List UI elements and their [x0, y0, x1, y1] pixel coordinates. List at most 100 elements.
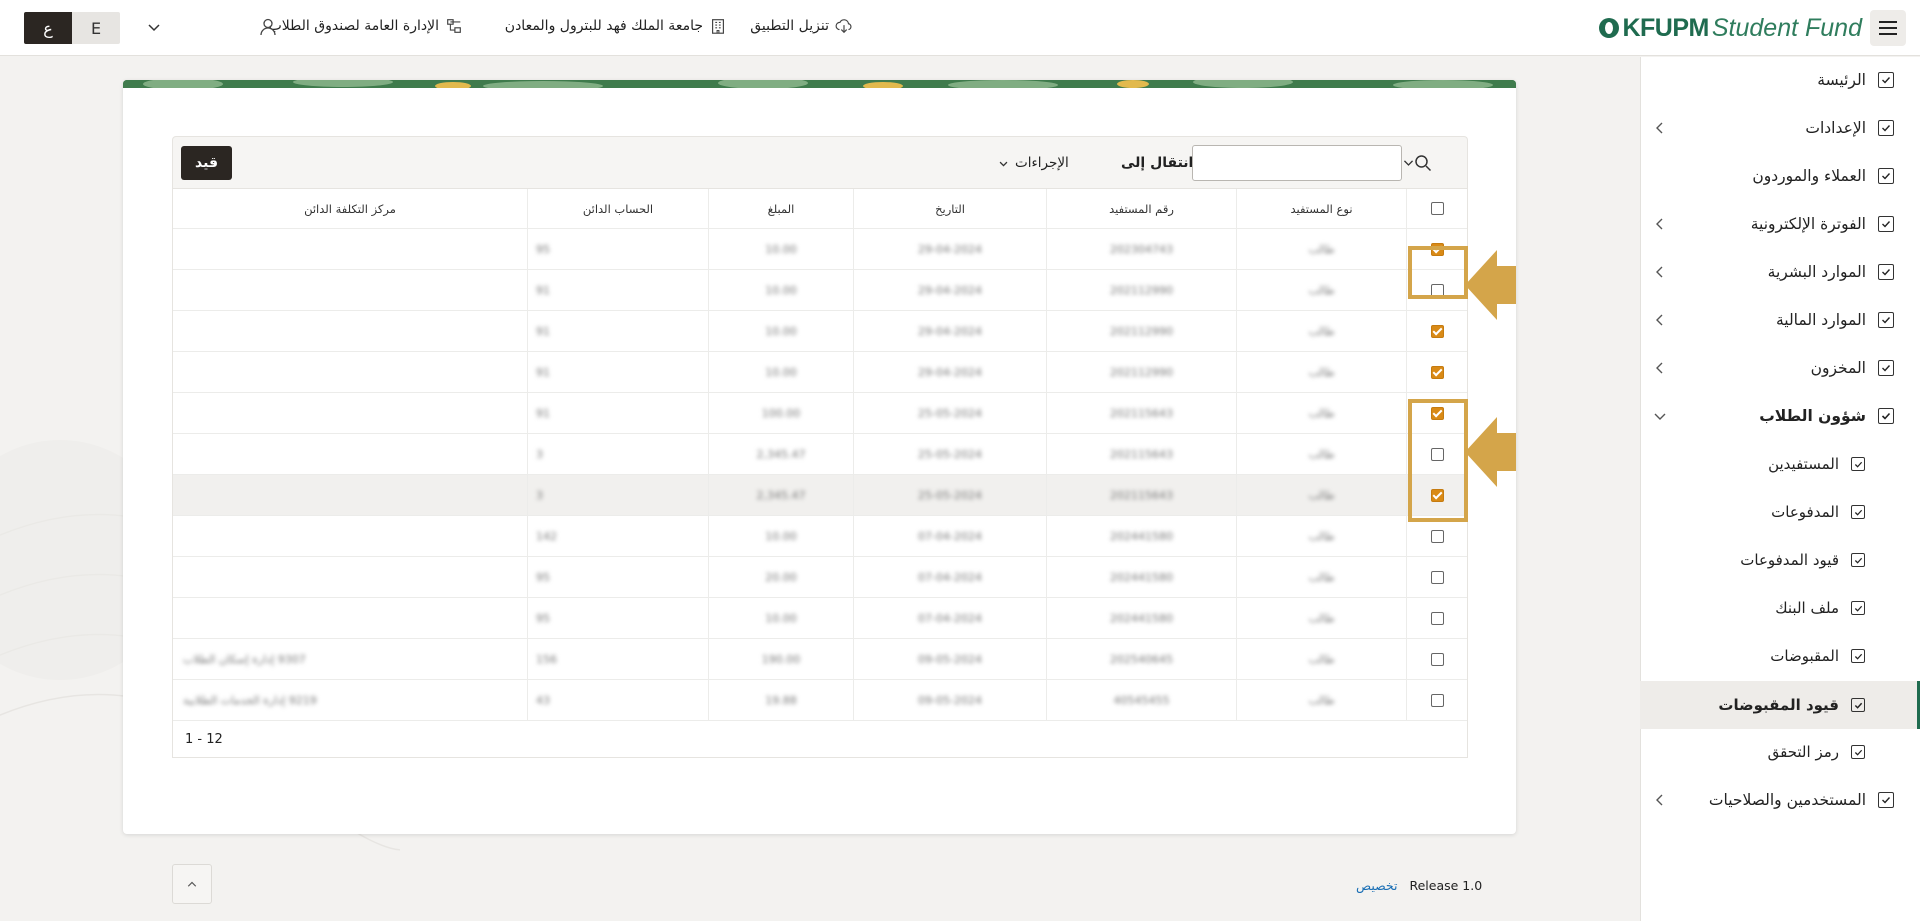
row-select-cell[interactable]: [1406, 598, 1467, 638]
table-row[interactable]: طالب 202441580 07-04-2024 20.00 95: [173, 557, 1467, 598]
lang-en-button[interactable]: E: [72, 12, 120, 44]
sidebar-item-payments[interactable]: المدفوعات: [1640, 492, 1920, 532]
check-square-icon: [1851, 649, 1865, 663]
sidebar-item-settings[interactable]: الإعدادات: [1640, 108, 1920, 148]
row-select-cell[interactable]: [1406, 516, 1467, 556]
brand-sub: Student Fund: [1711, 13, 1862, 42]
cell-value: 9219 إدارة الخدمات الطلابية: [183, 693, 317, 707]
table-cell: طالب: [1236, 475, 1406, 515]
app-logo[interactable]: KFUPM Student Fund: [1599, 12, 1862, 44]
sidebar-item-finance[interactable]: الموارد المالية: [1640, 300, 1920, 340]
row-checkbox[interactable]: [1430, 365, 1444, 379]
table-row[interactable]: طالب 40545455 09-05-2024 19.88 43 9219 إدارة …: [173, 680, 1467, 721]
table-cell: 95: [527, 229, 708, 269]
sidebar-item-customers-suppliers[interactable]: العملاء والموردون: [1640, 156, 1920, 196]
department-link[interactable]: الإدارة العامة لصندوق الطلاب: [269, 17, 463, 35]
row-select-cell[interactable]: [1406, 352, 1467, 392]
table-cell: 07-04-2024: [853, 557, 1046, 597]
download-app-link[interactable]: تنزيل التطبيق: [750, 17, 853, 35]
sidebar-item-e-invoicing[interactable]: الفوترة الإلكترونية: [1640, 204, 1920, 244]
check-square-icon: [1878, 264, 1894, 280]
table-row[interactable]: طالب 202115643 25-05-2024 100.00 91: [173, 393, 1467, 434]
row-checkbox[interactable]: [1430, 324, 1444, 338]
row-select-cell[interactable]: [1406, 639, 1467, 679]
sidebar-item-label: رمز التحقق: [1767, 743, 1839, 761]
table-row[interactable]: طالب 202115643 25-05-2024 2,345.47 3: [173, 434, 1467, 475]
row-checkbox[interactable]: [1430, 570, 1444, 584]
select-all-cell[interactable]: [1406, 189, 1467, 228]
menu-toggle-button[interactable]: [1870, 10, 1906, 46]
table-row[interactable]: طالب 202112990 29-04-2024 10.00 91: [173, 352, 1467, 393]
cell-value: 202540645: [1110, 652, 1173, 666]
sidebar-item-users-permissions[interactable]: المستخدمين والصلاحيات: [1640, 780, 1920, 820]
release-label: Release 1.0: [1409, 878, 1483, 893]
sidebar-item-student-affairs[interactable]: شؤون الطلاب: [1640, 396, 1920, 436]
cell-value: 91: [536, 324, 550, 338]
table-row[interactable]: طالب 202441580 07-04-2024 10.00 142: [173, 516, 1467, 557]
row-select-cell[interactable]: [1406, 311, 1467, 351]
cell-value: 10.00: [765, 242, 797, 256]
goto-button[interactable]: انتقال إلى: [1121, 155, 1193, 171]
sidebar-item-home[interactable]: الرئيسة: [1640, 60, 1920, 100]
table-cell: 29-04-2024: [853, 311, 1046, 351]
top-header: KFUPM Student Fund تنزيل التطبيق جامعة ا…: [0, 0, 1920, 56]
table-row[interactable]: طالب 202441580 07-04-2024 10.00 95: [173, 598, 1467, 639]
sidebar-item-hr[interactable]: الموارد البشرية: [1640, 252, 1920, 292]
table-cell: 3: [527, 475, 708, 515]
check-square-icon: [1851, 698, 1865, 712]
check-square-icon: [1878, 216, 1894, 232]
column-header[interactable]: التاريخ: [853, 189, 1046, 228]
column-header[interactable]: المبلغ: [708, 189, 853, 228]
table-cell: 10.00: [708, 270, 853, 310]
table-row[interactable]: طالب 202112990 29-04-2024 10.00 91: [173, 311, 1467, 352]
select-all-checkbox[interactable]: [1430, 202, 1444, 215]
table-cell: 95: [527, 557, 708, 597]
lang-ar-button[interactable]: ع: [24, 12, 72, 44]
table-cell: 202115643: [1046, 475, 1236, 515]
table-row[interactable]: طالب 202112990 29-04-2024 10.00 91: [173, 270, 1467, 311]
post-entry-button[interactable]: قيد: [181, 146, 232, 180]
chevron-down-icon[interactable]: [146, 19, 162, 35]
cell-value: 29-04-2024: [918, 365, 982, 379]
row-select-cell[interactable]: [1406, 557, 1467, 597]
sidebar-item-beneficiaries[interactable]: المستفيدين: [1640, 444, 1920, 484]
sidebar-item-payment-entries[interactable]: قيود المدفوعات: [1640, 540, 1920, 580]
cell-value: 29-04-2024: [918, 324, 982, 338]
column-header[interactable]: نوع المستفيد: [1236, 189, 1406, 228]
row-checkbox[interactable]: [1430, 652, 1444, 666]
user-icon[interactable]: [258, 17, 278, 37]
row-checkbox[interactable]: [1430, 611, 1444, 625]
table-cell: طالب: [1236, 516, 1406, 556]
sidebar-item-verification-code[interactable]: رمز التحقق: [1640, 732, 1920, 772]
actions-menu-button[interactable]: الإجراءات: [998, 155, 1069, 171]
cell-value: 40545455: [1113, 693, 1170, 707]
table-row[interactable]: طالب 202115643 25-05-2024 2,345.47 3: [173, 475, 1467, 516]
table-cell: [173, 475, 527, 515]
scroll-top-button[interactable]: [172, 864, 212, 904]
sidebar-item-label: الموارد المالية: [1775, 311, 1866, 329]
building-icon: [712, 19, 724, 34]
cell-value: 142: [536, 529, 557, 543]
row-checkbox[interactable]: [1430, 529, 1444, 543]
column-header[interactable]: رقم المستفيد: [1046, 189, 1236, 228]
sidebar-item-label: المدفوعات: [1771, 503, 1839, 521]
search-icon[interactable]: [1413, 153, 1433, 173]
sidebar-item-bank-file[interactable]: ملف البنك: [1640, 588, 1920, 628]
customize-link[interactable]: تخصيص: [1356, 878, 1397, 893]
cell-value: 25-05-2024: [918, 406, 982, 420]
table-cell: 91: [527, 311, 708, 351]
university-link[interactable]: جامعة الملك فهد للبترول والمعادن: [505, 17, 727, 35]
column-header[interactable]: مركز التكلفة الدائن: [173, 189, 527, 228]
cell-value: 95: [536, 611, 550, 625]
sidebar-item-receipt-entries[interactable]: قيود المقبوضات: [1640, 681, 1920, 729]
sidebar-item-inventory[interactable]: المخزون: [1640, 348, 1920, 388]
column-header[interactable]: الحساب الدائن: [527, 189, 708, 228]
table-row[interactable]: طالب 202540645 09-05-2024 190.00 156 9307 إدا…: [173, 639, 1467, 680]
cell-value: 3: [536, 488, 543, 502]
table-row[interactable]: طالب 202304743 29-04-2024 10.00 95: [173, 229, 1467, 270]
row-checkbox[interactable]: [1430, 693, 1444, 707]
search-input[interactable]: [1192, 145, 1402, 181]
table-cell: 40545455: [1046, 680, 1236, 720]
sidebar-item-receipts[interactable]: المقبوضات: [1640, 636, 1920, 676]
row-select-cell[interactable]: [1406, 680, 1467, 720]
